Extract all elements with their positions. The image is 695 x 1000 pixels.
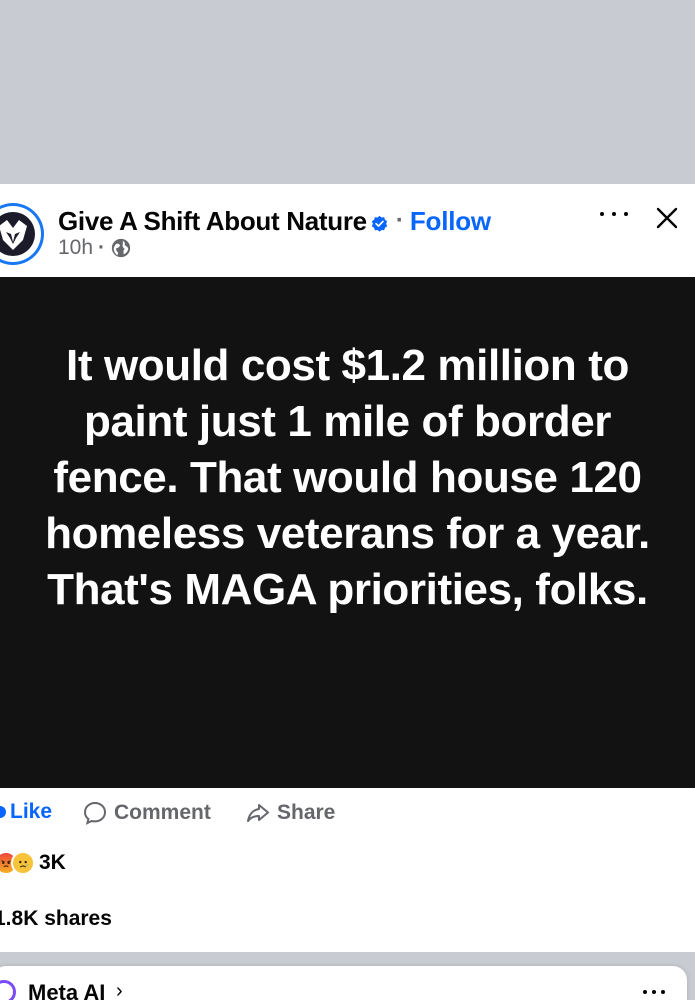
wolf-logo-icon	[0, 212, 35, 256]
meta-ai-label: Meta AI	[28, 980, 106, 1000]
reaction-count: 3K	[39, 851, 66, 874]
dot	[624, 212, 628, 216]
sad-reaction-icon	[11, 851, 35, 875]
chevron-right-icon: ›	[116, 980, 123, 1000]
post-time[interactable]: 10h	[58, 236, 93, 260]
follow-button[interactable]: Follow	[410, 206, 491, 237]
dot	[661, 990, 665, 994]
avatar-logo	[0, 206, 41, 262]
share-label: Share	[277, 801, 336, 824]
facebook-feed-screen: Give A Shift About Nature · Follow 10h ·	[0, 0, 695, 1000]
dot	[600, 212, 604, 216]
meta-ai-ring-icon	[0, 980, 16, 1000]
comment-button[interactable]: Comment	[82, 800, 211, 826]
meta-ai-card[interactable]: Meta AI ›	[0, 966, 687, 1000]
post-image-text: It would cost $1.2 million to paint just…	[45, 340, 650, 614]
like-label: Like	[10, 800, 53, 823]
comment-label: Comment	[114, 801, 211, 824]
like-button[interactable]: Like	[0, 800, 52, 824]
time-separator: ·	[98, 236, 106, 259]
dot	[643, 990, 647, 994]
post-header: Give A Shift About Nature · Follow 10h ·	[0, 184, 695, 277]
reactions-summary[interactable]: 3K	[0, 848, 66, 878]
more-options-icon[interactable]	[600, 206, 628, 222]
feed-background-top	[0, 0, 695, 184]
post-image[interactable]: It would cost $1.2 million to paint just…	[0, 277, 695, 788]
post-timestamp-row: 10h ·	[58, 236, 132, 260]
post-card: Give A Shift About Nature · Follow 10h ·	[0, 184, 695, 952]
name-row: Give A Shift About Nature · Follow	[58, 204, 491, 238]
globe-icon	[111, 238, 131, 258]
share-button[interactable]: Share	[245, 800, 335, 826]
dot	[652, 990, 656, 994]
dot-separator: ·	[395, 207, 404, 234]
sad-face-icon	[19, 860, 28, 868]
comment-icon	[83, 801, 107, 825]
share-icon	[247, 804, 269, 822]
post-actions-bar: Like Comment Share	[0, 788, 695, 838]
close-icon[interactable]	[653, 204, 681, 232]
shares-count[interactable]: 1.8K shares	[0, 907, 112, 931]
page-avatar[interactable]	[0, 203, 44, 265]
like-icon	[0, 806, 6, 818]
dot	[612, 212, 616, 216]
page-name[interactable]: Give A Shift About Nature	[58, 206, 367, 237]
verified-badge-icon	[371, 215, 387, 232]
meta-ai-more-icon[interactable]	[643, 988, 665, 996]
